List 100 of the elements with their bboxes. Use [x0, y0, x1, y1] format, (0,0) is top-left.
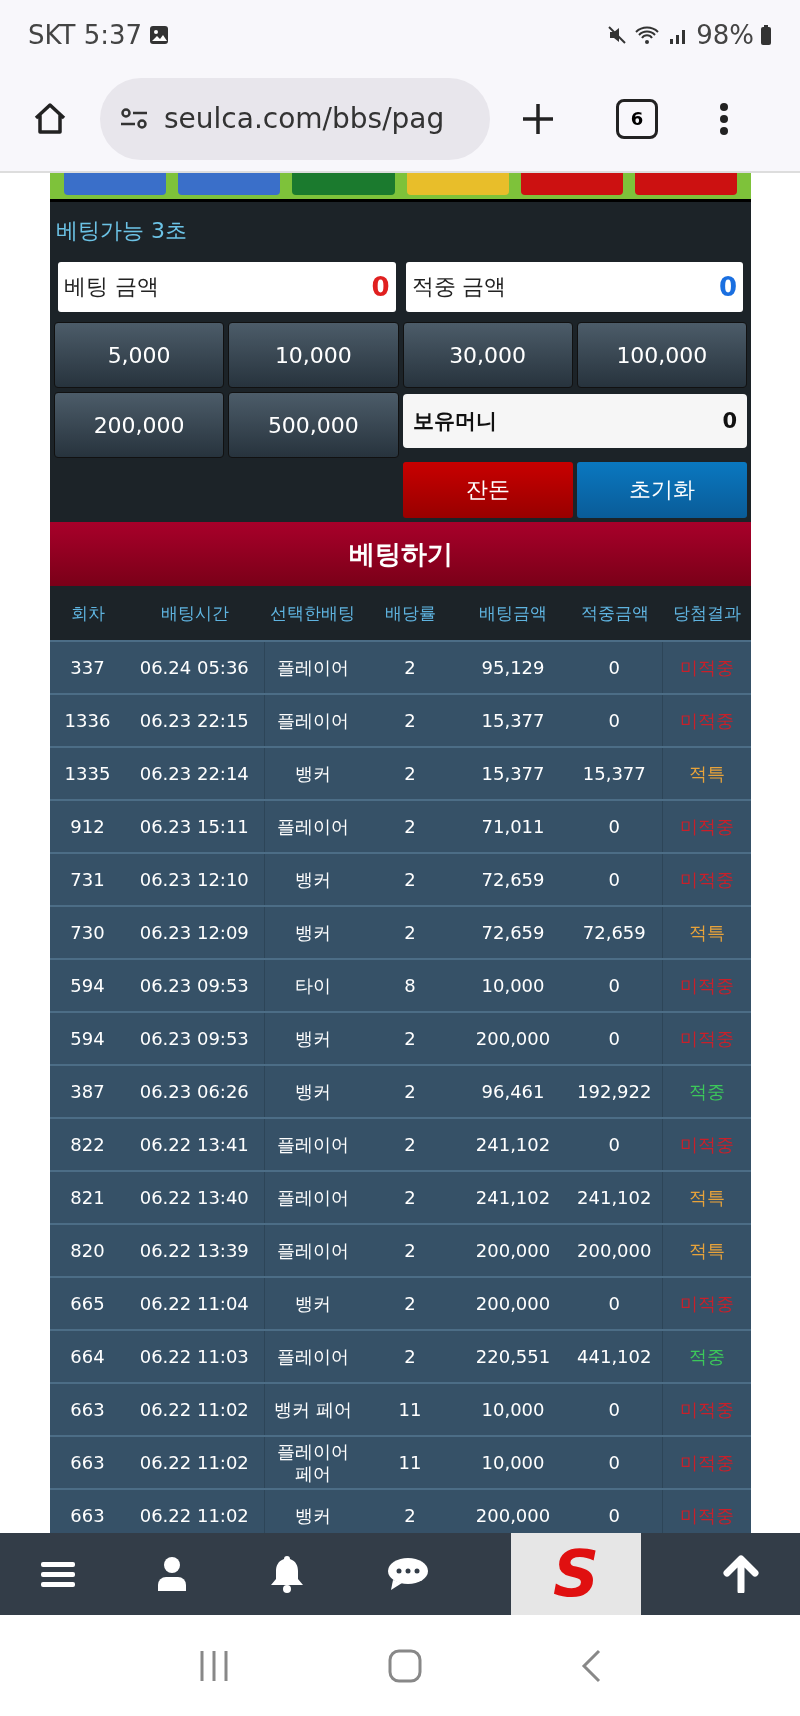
table-cell: 11 [361, 1383, 459, 1436]
more-icon[interactable] [718, 100, 730, 137]
site-logo[interactable]: S [511, 1533, 641, 1615]
table-cell: 플레이어 [264, 1118, 361, 1171]
table-cell: 664 [50, 1330, 125, 1383]
bell-icon[interactable] [269, 1554, 305, 1594]
table-cell: 06.23 22:14 [125, 747, 264, 800]
table-cell: 821 [50, 1171, 125, 1224]
table-cell: 192,922 [567, 1065, 662, 1118]
table-cell: 플레이어 [264, 1224, 361, 1277]
chip-button[interactable]: 100,000 [576, 322, 747, 388]
result-cell: 미적중 [662, 959, 751, 1012]
table-cell: 06.22 11:03 [125, 1330, 264, 1383]
chip-button[interactable]: 30,000 [402, 322, 573, 388]
table-cell: 0 [567, 959, 662, 1012]
table-cell: 06.24 05:36 [125, 641, 264, 694]
table-cell: 06.23 15:11 [125, 800, 264, 853]
table-cell: 타이 [264, 959, 361, 1012]
table-cell: 06.22 11:02 [125, 1436, 264, 1489]
table-cell: 1336 [50, 694, 125, 747]
table-cell: 200,000 [459, 1012, 567, 1065]
table-cell: 2 [361, 694, 459, 747]
result-cell: 적특 [662, 1224, 751, 1277]
table-cell: 200,000 [567, 1224, 662, 1277]
result-cell: 미적중 [662, 1383, 751, 1436]
recent-apps-icon[interactable] [198, 1648, 231, 1683]
table-cell: 10,000 [459, 959, 567, 1012]
chip-button[interactable]: 5,000 [54, 322, 225, 388]
table-cell: 2 [361, 747, 459, 800]
table-cell: 731 [50, 853, 125, 906]
table-cell: 0 [567, 1383, 662, 1436]
table-cell: 665 [50, 1277, 125, 1330]
chip-button[interactable]: 200,000 [54, 392, 225, 458]
table-cell: 0 [567, 694, 662, 747]
table-cell: 0 [567, 641, 662, 694]
table-cell: 441,102 [567, 1330, 662, 1383]
table-cell: 06.22 11:02 [125, 1489, 264, 1533]
table-cell: 2 [361, 1277, 459, 1330]
reset-button[interactable]: 초기화 [576, 462, 747, 518]
table-cell: 2 [361, 1171, 459, 1224]
result-cell: 미적중 [662, 1118, 751, 1171]
table-cell: 72,659 [459, 853, 567, 906]
table-cell: 플레이어 [264, 694, 361, 747]
home-button-icon[interactable] [387, 1647, 423, 1684]
address-bar[interactable]: seulca.com/bbs/pag [100, 77, 490, 160]
result-cell: 미적중 [662, 641, 751, 694]
result-cell: 미적중 [662, 853, 751, 906]
chip-button[interactable]: 500,000 [228, 392, 399, 458]
result-cell: 미적중 [662, 1277, 751, 1330]
table-cell: 71,011 [459, 800, 567, 853]
table-cell: 06.23 12:10 [125, 853, 264, 906]
back-icon[interactable] [579, 1647, 602, 1684]
table-cell: 15,377 [567, 747, 662, 800]
table-cell: 200,000 [459, 1277, 567, 1330]
chip-button[interactable]: 10,000 [228, 322, 399, 388]
table-cell: 06.22 13:39 [125, 1224, 264, 1277]
table-cell: 뱅커 [264, 1012, 361, 1065]
table-cell: 0 [567, 800, 662, 853]
chat-icon[interactable] [387, 1556, 429, 1592]
result-cell: 미적중 [662, 1012, 751, 1065]
table-cell: 95,129 [459, 641, 567, 694]
user-icon[interactable] [157, 1556, 187, 1592]
table-cell: 0 [567, 1118, 662, 1171]
betting-status: 베팅가능 3초 [55, 217, 188, 245]
table-cell: 0 [567, 1012, 662, 1065]
table-cell: 241,102 [567, 1171, 662, 1224]
table-cell: 06.22 11:04 [125, 1277, 264, 1330]
table-cell: 72,659 [459, 906, 567, 959]
table-cell: 플레이어 페어 [264, 1436, 361, 1489]
balance-field: 보유머니 0 [402, 394, 747, 448]
result-cell: 미적중 [662, 1436, 751, 1489]
change-button[interactable]: 잔돈 [402, 462, 573, 518]
table-cell: 8 [361, 959, 459, 1012]
tab-count-button[interactable]: 6 [616, 98, 658, 139]
table-cell: 뱅커 [264, 906, 361, 959]
menu-icon[interactable] [41, 1560, 75, 1588]
table-cell: 663 [50, 1383, 125, 1436]
result-cell: 적특 [662, 1171, 751, 1224]
table-cell: 820 [50, 1224, 125, 1277]
table-cell: 06.22 13:40 [125, 1171, 264, 1224]
bet-button[interactable]: 베팅하기 [50, 522, 751, 586]
table-cell: 2 [361, 1012, 459, 1065]
result-cell: 미적중 [662, 1489, 751, 1533]
scroll-top-icon[interactable] [723, 1555, 759, 1593]
table-cell: 2 [361, 1224, 459, 1277]
table-cell: 10,000 [459, 1383, 567, 1436]
table-cell: 뱅커 페어 [264, 1383, 361, 1436]
table-cell: 플레이어 [264, 800, 361, 853]
table-cell: 플레이어 [264, 1171, 361, 1224]
table-cell: 0 [567, 1277, 662, 1330]
table-cell: 06.23 06:26 [125, 1065, 264, 1118]
table-cell: 2 [361, 800, 459, 853]
table-cell: 10,000 [459, 1436, 567, 1489]
table-cell: 200,000 [459, 1224, 567, 1277]
table-cell: 06.23 09:53 [125, 959, 264, 1012]
win-amount-field: 적중 금액 0 [405, 262, 743, 312]
battery-percent: 98% [696, 20, 754, 50]
result-cell: 적중 [662, 1065, 751, 1118]
table-cell: 뱅커 [264, 853, 361, 906]
table-cell: 387 [50, 1065, 125, 1118]
